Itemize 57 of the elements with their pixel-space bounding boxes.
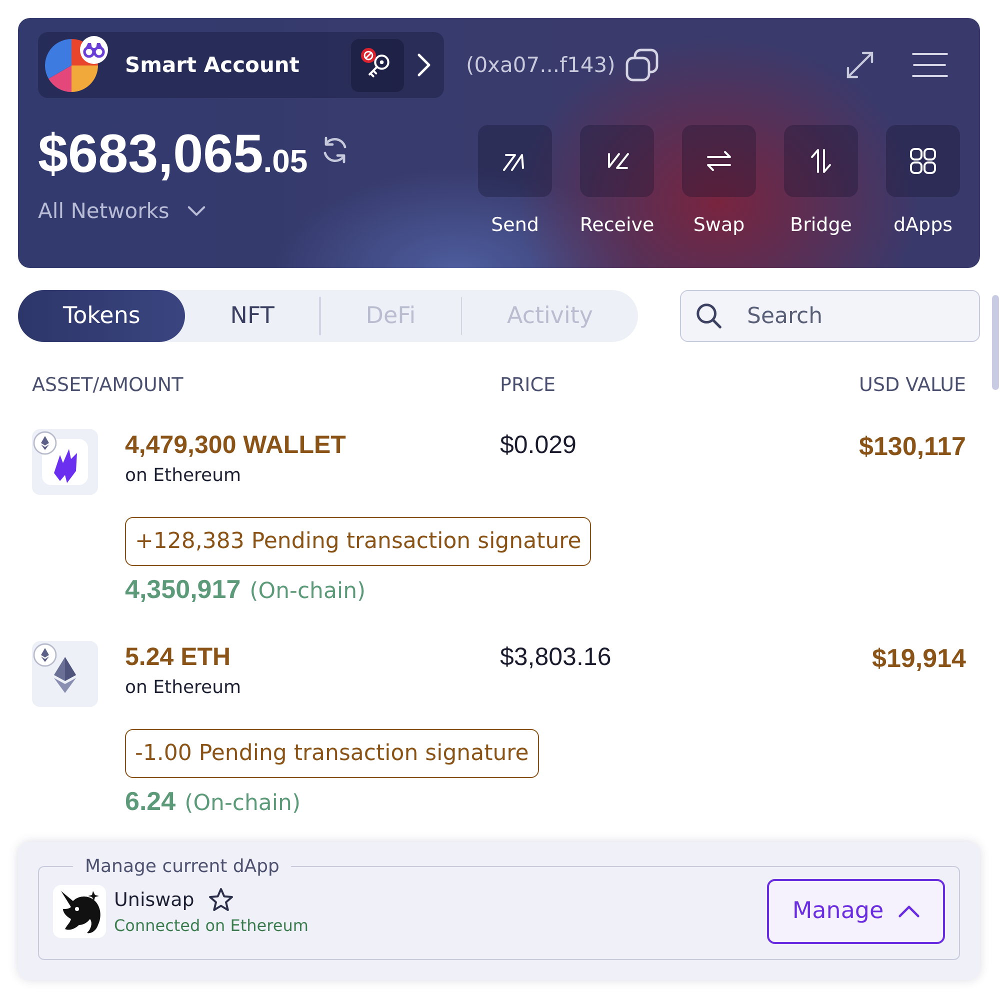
chevron-right-icon[interactable]	[416, 52, 432, 78]
copy-icon[interactable]	[625, 48, 660, 82]
binoculars-icon	[80, 36, 108, 64]
pending-signature-badge: -1.00 Pending transaction signature	[125, 729, 539, 778]
manage-button[interactable]: Manage	[767, 878, 945, 944]
key-button[interactable]	[351, 38, 404, 92]
tab[interactable]: NFT	[185, 290, 320, 342]
onchain-label: (On-chain)	[184, 791, 301, 816]
usd-value: $130,117	[858, 431, 966, 462]
panel-legend: Manage current dApp	[73, 856, 292, 877]
token-amount: 5.24 ETH	[125, 643, 231, 672]
onchain-amount: 4,350,917	[125, 574, 241, 605]
pending-signature-badge: +128,383 Pending transaction signature	[125, 517, 592, 566]
action-label: Send	[491, 214, 539, 236]
grid-icon	[908, 146, 938, 176]
dapp-name: Uniswap	[114, 889, 194, 911]
wallet-address: (0xa07...f143)	[466, 53, 616, 77]
network-selector[interactable]: All Networks	[38, 199, 170, 223]
flame-token-icon	[32, 429, 98, 495]
caret-up-icon	[898, 904, 920, 918]
expand-icon[interactable]	[845, 50, 875, 80]
action-label: Bridge	[790, 214, 852, 236]
ethereum-token-icon	[32, 641, 98, 707]
menu-icon[interactable]	[912, 52, 948, 78]
action-button[interactable]	[682, 125, 756, 197]
account-selector[interactable]: Smart Account	[38, 32, 444, 98]
chevron-down-icon[interactable]	[187, 205, 206, 217]
action-button[interactable]	[478, 125, 552, 197]
token-network: on Ethereum	[125, 465, 242, 486]
search-field[interactable]: Search	[680, 290, 980, 342]
action-button[interactable]	[886, 125, 960, 197]
search-icon	[695, 302, 722, 329]
token-network: on Ethereum	[125, 677, 242, 698]
action-button[interactable]	[784, 125, 858, 197]
column-header: USD VALUE	[859, 374, 966, 396]
action-label: Receive	[580, 214, 654, 236]
action-label: dApps	[893, 214, 953, 236]
onchain-label: (On-chain)	[250, 579, 366, 604]
ethereum-badge-icon	[33, 431, 57, 455]
token-amount: 4,479,300 WALLET	[125, 431, 346, 460]
ethereum-badge-icon	[33, 643, 57, 667]
token-price: $0.029	[500, 431, 576, 460]
prohibited-badge-icon	[361, 48, 376, 62]
column-header: PRICE	[500, 374, 556, 396]
scrollbar-thumb[interactable]	[992, 295, 999, 390]
column-header: ASSET/AMOUNT	[32, 374, 184, 396]
onchain-amount: 6.24	[125, 786, 176, 817]
account-name: Smart Account	[125, 53, 300, 77]
token-price: $3,803.16	[500, 643, 612, 672]
usd-value: $19,914	[872, 643, 966, 674]
star-icon[interactable]	[208, 887, 234, 913]
tab[interactable]: Tokens	[18, 290, 186, 342]
action-label: Swap	[693, 214, 745, 236]
connection-status: Connected on Ethereum	[114, 916, 308, 935]
unicorn-logo-icon	[53, 884, 106, 938]
action-button[interactable]	[580, 125, 654, 197]
total-balance: $683,065.05	[38, 127, 308, 181]
